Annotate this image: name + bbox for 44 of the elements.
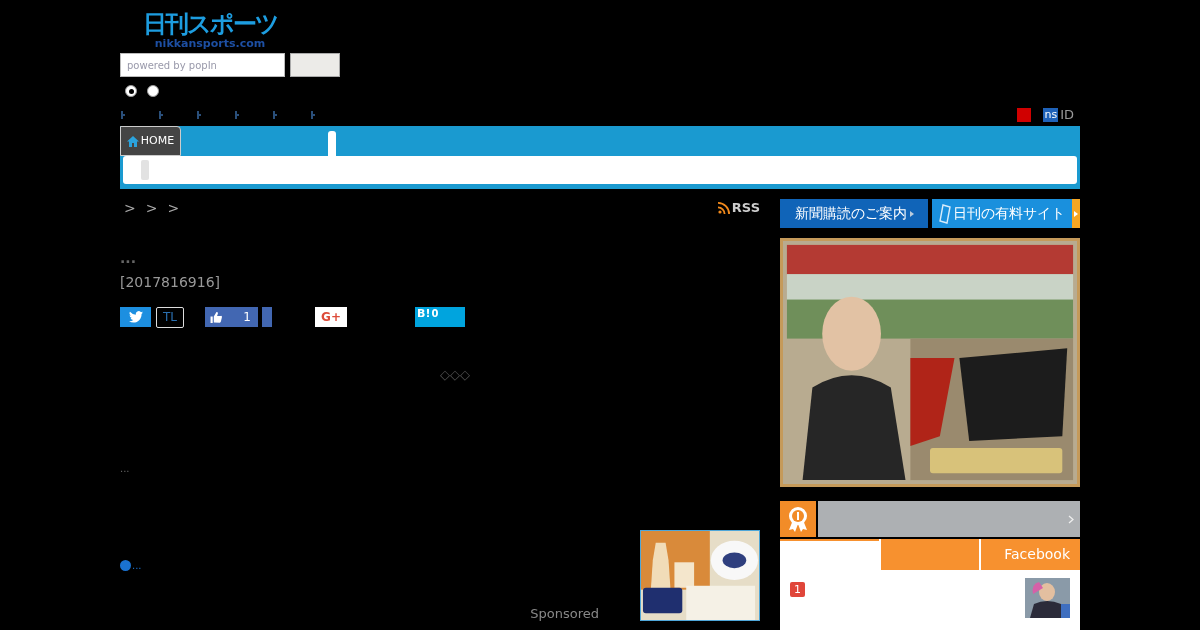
rss-icon bbox=[717, 202, 730, 214]
paid-site-button[interactable]: 日刊の有料サイト bbox=[932, 199, 1080, 228]
sponsored-label: Sponsored bbox=[530, 606, 599, 621]
bullet-icon bbox=[273, 111, 277, 119]
headline: ... bbox=[120, 249, 137, 267]
radio-button[interactable] bbox=[147, 85, 159, 97]
subnav-item[interactable] bbox=[141, 160, 149, 180]
search-field[interactable]: powered by popIn bbox=[120, 53, 285, 77]
bullet-icon bbox=[235, 111, 239, 119]
medal-icon bbox=[787, 506, 809, 532]
breadcrumb-separator: > bbox=[167, 198, 180, 218]
divider-text: ◇◇◇ bbox=[440, 366, 471, 384]
bullet-icon bbox=[197, 111, 201, 119]
breadcrumb-separator: > bbox=[124, 198, 136, 218]
account-badge: ns bbox=[1043, 108, 1059, 122]
home-icon bbox=[126, 135, 139, 147]
chevron-icon bbox=[1068, 514, 1074, 524]
bird-icon bbox=[128, 311, 143, 323]
flag-icon[interactable] bbox=[1017, 108, 1032, 122]
bullet-icon bbox=[159, 111, 163, 119]
breadcrumb-separator: > bbox=[145, 198, 158, 218]
radio-button[interactable] bbox=[125, 85, 137, 97]
date-text: [2017816916] bbox=[120, 273, 221, 292]
search-button[interactable] bbox=[290, 53, 340, 77]
thumbs-up-icon bbox=[210, 310, 223, 324]
bullet-icon bbox=[311, 111, 315, 119]
tweet-button[interactable] bbox=[120, 307, 151, 327]
subscribe-button[interactable]: 新聞購読のご案内 bbox=[780, 199, 928, 228]
google-plus-button[interactable]: G+ bbox=[315, 307, 347, 327]
caret-icon bbox=[909, 210, 914, 217]
related-link[interactable]: ... bbox=[132, 557, 142, 573]
rank-badge: 1 bbox=[790, 582, 805, 597]
login-link[interactable]: ID bbox=[1060, 105, 1074, 125]
rss-link[interactable]: RSS bbox=[717, 198, 760, 218]
like-button[interactable]: 1 bbox=[205, 307, 258, 327]
caret-icon bbox=[1074, 210, 1078, 217]
nav-tab[interactable] bbox=[328, 131, 336, 156]
bullet-icon bbox=[121, 111, 125, 119]
phone-icon bbox=[939, 203, 951, 224]
body-text: ... bbox=[120, 461, 131, 476]
home-tab[interactable]: HOME bbox=[120, 126, 181, 156]
logo[interactable]: 日刊スポーツ nikkansports.com bbox=[134, 10, 286, 49]
bookmark-button[interactable]: B!0 bbox=[415, 307, 465, 327]
count-bubble: TL bbox=[156, 306, 184, 328]
